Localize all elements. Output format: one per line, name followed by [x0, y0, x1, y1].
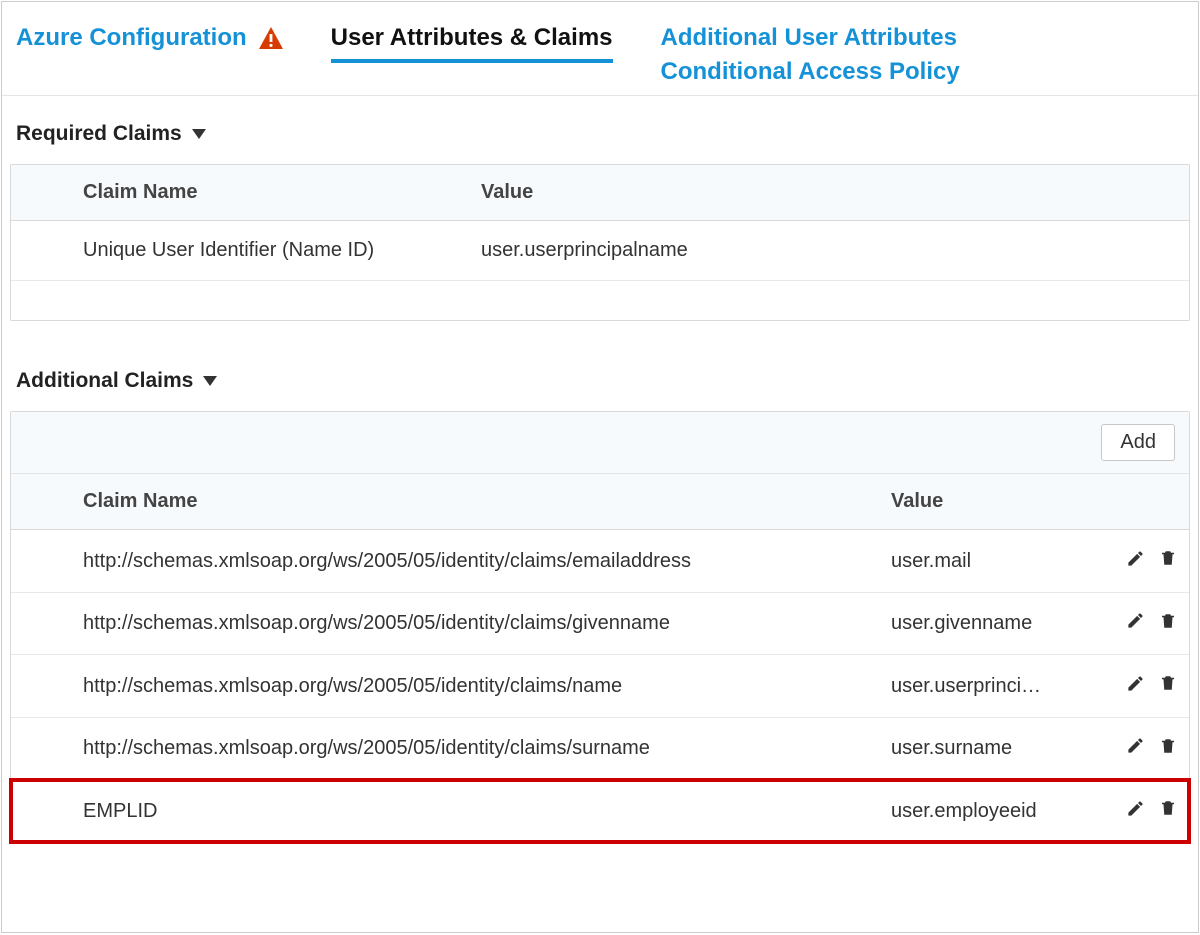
edit-icon[interactable]	[1126, 799, 1145, 818]
caret-down-icon	[192, 129, 206, 139]
col-value: Value	[879, 474, 1079, 530]
tab-bar: Azure Configuration User Attributes & Cl…	[2, 2, 1198, 96]
tab-azure-configuration[interactable]: Azure Configuration	[16, 22, 283, 54]
claim-value-cell: user.surname	[879, 717, 1079, 780]
table-row[interactable]: http://schemas.xmlsoap.org/ws/2005/05/id…	[11, 717, 1189, 780]
delete-icon[interactable]	[1159, 548, 1177, 568]
col-claim-name: Claim Name	[71, 474, 879, 530]
tab-conditional-access-policy[interactable]: Conditional Access Policy	[661, 56, 960, 88]
claim-value-cell: user.employeeid	[879, 780, 1079, 842]
edit-icon[interactable]	[1126, 611, 1145, 630]
required-claims-table: Claim Name Value Unique User Identifier …	[10, 164, 1190, 322]
delete-icon[interactable]	[1159, 673, 1177, 693]
table-header-row: Claim Name Value	[11, 165, 1189, 221]
delete-icon[interactable]	[1159, 798, 1177, 818]
claim-name-cell: http://schemas.xmlsoap.org/ws/2005/05/id…	[71, 592, 879, 655]
tab-additional-user-attributes[interactable]: Additional User Attributes	[661, 22, 960, 54]
table-row[interactable]: EMPLID user.employeeid	[11, 780, 1189, 842]
table-header-row: Claim Name Value	[11, 474, 1189, 530]
edit-icon[interactable]	[1126, 549, 1145, 568]
table-row[interactable]: Unique User Identifier (Name ID) user.us…	[11, 220, 1189, 280]
claim-value-cell: user.userprinci…	[879, 655, 1079, 718]
additional-claims-section: Additional Claims Add Claim Name Value	[2, 331, 1198, 853]
claim-name-cell: http://schemas.xmlsoap.org/ws/2005/05/id…	[71, 717, 879, 780]
table-row[interactable]: http://schemas.xmlsoap.org/ws/2005/05/id…	[11, 655, 1189, 718]
tab-user-attributes-claims[interactable]: User Attributes & Claims	[331, 22, 613, 62]
section-title: Additional Claims	[16, 369, 193, 393]
add-button[interactable]: Add	[1101, 424, 1175, 461]
edit-icon[interactable]	[1126, 674, 1145, 693]
table-row[interactable]: http://schemas.xmlsoap.org/ws/2005/05/id…	[11, 592, 1189, 655]
additional-claims-header[interactable]: Additional Claims	[10, 355, 1190, 399]
warning-icon	[259, 27, 283, 49]
edit-icon[interactable]	[1126, 736, 1145, 755]
claim-value-cell: user.userprincipalname	[469, 220, 1189, 280]
table-row[interactable]: http://schemas.xmlsoap.org/ws/2005/05/id…	[11, 530, 1189, 593]
claim-name-cell: EMPLID	[71, 780, 879, 842]
delete-icon[interactable]	[1159, 736, 1177, 756]
claim-name-cell: Unique User Identifier (Name ID)	[71, 220, 469, 280]
col-claim-name: Claim Name	[71, 165, 469, 221]
delete-icon[interactable]	[1159, 611, 1177, 631]
claim-name-cell: http://schemas.xmlsoap.org/ws/2005/05/id…	[71, 530, 879, 593]
additional-claims-toolbar: Add	[11, 412, 1189, 474]
claim-value-cell: user.givenname	[879, 592, 1079, 655]
tab-group-right: Additional User Attributes Conditional A…	[661, 22, 960, 89]
tab-label: Azure Configuration	[16, 22, 247, 54]
col-value: Value	[469, 165, 1189, 221]
required-claims-section: Required Claims Claim Name Value	[2, 96, 1198, 332]
section-title: Required Claims	[16, 122, 182, 146]
caret-down-icon	[203, 376, 217, 386]
claim-name-cell: http://schemas.xmlsoap.org/ws/2005/05/id…	[71, 655, 879, 718]
claim-value-cell: user.mail	[879, 530, 1079, 593]
tab-label: User Attributes & Claims	[331, 22, 613, 54]
required-claims-header[interactable]: Required Claims	[10, 108, 1190, 152]
additional-claims-table: Add Claim Name Value h	[10, 411, 1190, 843]
